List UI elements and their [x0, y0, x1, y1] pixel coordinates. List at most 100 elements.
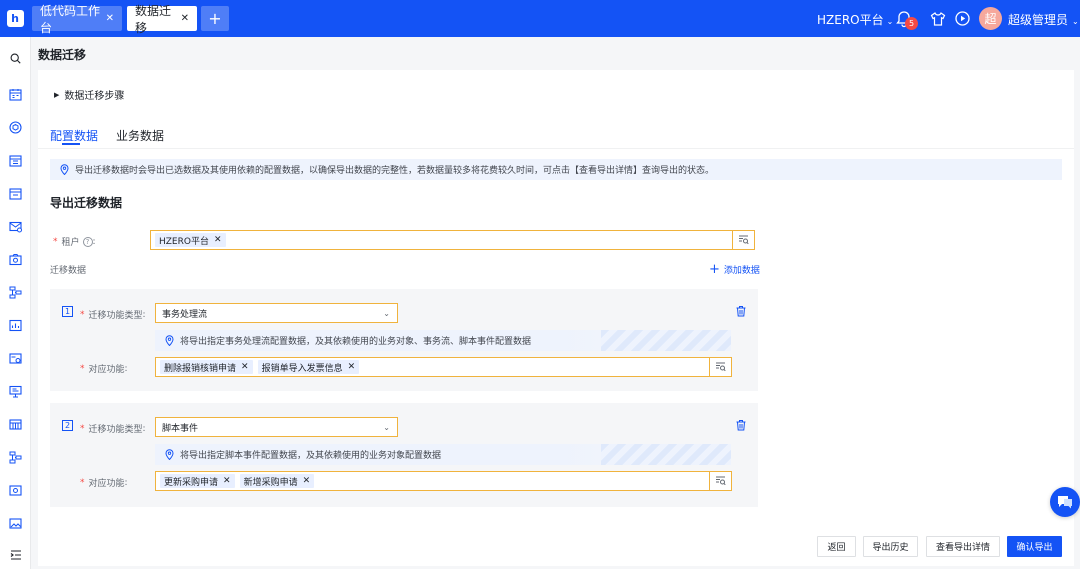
view-export-details-button[interactable]: 查看导出详情 — [926, 536, 1000, 557]
close-icon[interactable]: ✕ — [214, 235, 222, 245]
close-icon[interactable]: ✕ — [181, 13, 189, 24]
function-label-text: 对应功能 — [88, 365, 125, 375]
active-tab-indicator — [62, 143, 80, 145]
caret-right-icon: ▶ — [54, 90, 60, 99]
calendar-icon[interactable] — [8, 87, 23, 102]
select-value: 脚本事件 — [162, 423, 199, 434]
tenant-label: * 租户?: — [53, 235, 96, 248]
tab-label: 数据迁移 — [135, 3, 172, 35]
collapse-menu-icon[interactable] — [8, 547, 23, 562]
info-alert: 导出迁移数据时会导出已选数据及其使用依赖的配置数据，以确保导出数据的完整性，若数… — [50, 159, 1062, 180]
type-hint: 将导出指定事务处理流配置数据，及其依赖使用的业务对象、事务流、脚本事件配置数据 — [155, 330, 731, 351]
lov-search-icon[interactable] — [709, 472, 731, 490]
platform-switcher[interactable]: HZERO平台 ⌄ — [817, 11, 893, 28]
item-index: 2 — [62, 420, 73, 431]
close-icon[interactable]: ✕ — [348, 362, 356, 372]
eye-icon[interactable] — [8, 483, 23, 498]
tenant-tag: HZERO平台 ✕ — [155, 233, 226, 247]
avatar[interactable]: 超 — [979, 7, 1002, 30]
delete-icon[interactable] — [735, 419, 747, 431]
section-title: 导出迁移数据 — [50, 196, 123, 210]
close-icon[interactable]: ✕ — [303, 476, 311, 486]
user-menu[interactable]: 超级管理员 ⌄ — [1008, 11, 1079, 28]
platform-label: HZERO平台 — [817, 13, 884, 27]
item-index: 1 — [62, 306, 73, 317]
function-label: * 对应功能: — [80, 363, 128, 376]
migration-data-label: 迁移数据 — [50, 266, 87, 276]
delete-icon[interactable] — [735, 305, 747, 317]
add-data-button[interactable]: + 添加数据 — [709, 263, 760, 276]
type-label-text: 迁移功能类型 — [88, 425, 143, 435]
chevron-down-icon: ⌄ — [1072, 17, 1079, 26]
tab-lowcode-workbench[interactable]: 低代码工作台 ✕ — [32, 4, 122, 35]
flow-icon[interactable] — [8, 285, 23, 300]
tenant-label-text: 租户 — [61, 238, 80, 248]
tag-label: HZERO平台 — [159, 236, 209, 247]
logo-icon: h — [6, 10, 24, 27]
required-mark: * — [53, 236, 58, 247]
help-icon[interactable]: ? — [82, 236, 93, 247]
plus-icon: + — [709, 262, 720, 277]
tab-config-data[interactable]: 配置数据 — [50, 127, 98, 144]
function-lov-input[interactable]: 更新采购申请 ✕ 新增采购申请 ✕ — [155, 471, 732, 491]
steps-label: 数据迁移步骤 — [64, 91, 125, 102]
add-data-label: 添加数据 — [723, 266, 760, 276]
location-pin-icon — [60, 164, 69, 175]
camera-icon[interactable] — [8, 252, 23, 267]
tab-data-migration[interactable]: 数据迁移 ✕ — [127, 4, 197, 35]
required-mark: * — [80, 477, 85, 488]
type-label: * 迁移功能类型: — [80, 423, 146, 436]
close-icon[interactable]: ✕ — [241, 362, 249, 372]
confirm-export-button[interactable]: 确认导出 — [1007, 536, 1062, 557]
play-circle-icon[interactable] — [955, 11, 970, 26]
close-icon[interactable]: ✕ — [223, 476, 231, 486]
alert-text: 导出迁移数据时会导出已选数据及其使用依赖的配置数据，以确保导出数据的完整性，若数… — [75, 166, 715, 176]
chevron-down-icon: ⌄ — [383, 309, 390, 318]
location-pin-icon — [165, 449, 174, 460]
cube-icon[interactable] — [8, 120, 23, 135]
function-tag: 删除报销核销申请 ✕ — [160, 360, 253, 374]
function-lov-input[interactable]: 删除报销核销申请 ✕ 报销单导入发票信息 ✕ — [155, 357, 732, 377]
chevron-down-icon: ⌄ — [383, 423, 390, 432]
username-label: 超级管理员 — [1008, 13, 1069, 27]
app-logo[interactable]: h — [0, 0, 30, 37]
report-icon[interactable] — [8, 318, 23, 333]
tag-label: 更新采购申请 — [164, 477, 219, 488]
workflow-icon[interactable] — [8, 450, 23, 465]
tab-business-data[interactable]: 业务数据 — [116, 127, 164, 144]
tab-label: 低代码工作台 — [40, 3, 101, 35]
steps-toggle[interactable]: ▶ 数据迁移步骤 — [54, 87, 125, 103]
picture-icon[interactable] — [8, 516, 23, 531]
type-hint: 将导出指定脚本事件配置数据，及其依赖使用的业务对象配置数据 — [155, 444, 731, 465]
chevron-down-icon: ⌄ — [886, 17, 894, 26]
search-icon[interactable] — [8, 51, 23, 66]
type-select[interactable]: 事务处理流 ⌄ — [155, 303, 398, 323]
hint-pattern — [601, 330, 731, 351]
migration-item: 1 * 迁移功能类型: 事务处理流 ⌄ 将导出指定事务处理流配置数据，及其依赖使用的… — [50, 289, 758, 391]
tag-label: 删除报销核销申请 — [164, 363, 237, 374]
page-title: 数据迁移 — [38, 48, 87, 62]
mail-check-icon[interactable] — [8, 219, 23, 234]
tenant-lov-input[interactable]: HZERO平台 ✕ — [150, 230, 755, 250]
theme-icon[interactable] — [930, 11, 946, 27]
function-label-text: 对应功能 — [88, 479, 125, 489]
lov-search-icon[interactable] — [709, 358, 731, 376]
tag-label: 新增采购申请 — [243, 477, 298, 488]
hint-pattern — [601, 444, 731, 465]
export-history-button[interactable]: 导出历史 — [863, 536, 918, 557]
lov-search-icon[interactable] — [732, 231, 754, 249]
calendar-grid-icon[interactable] — [8, 153, 23, 168]
close-icon[interactable]: ✕ — [106, 13, 114, 24]
back-button[interactable]: 返回 — [817, 536, 856, 557]
table-icon[interactable] — [8, 417, 23, 432]
function-tag: 更新采购申请 ✕ — [160, 474, 235, 488]
presentation-icon[interactable] — [8, 384, 23, 399]
image-settings-icon[interactable] — [8, 351, 23, 366]
add-tab-button[interactable]: + — [201, 6, 229, 31]
sidebar — [0, 37, 31, 569]
schedule-icon[interactable] — [8, 186, 23, 201]
hint-text: 将导出指定脚本事件配置数据，及其依赖使用的业务对象配置数据 — [180, 451, 442, 461]
type-select[interactable]: 脚本事件 ⌄ — [155, 417, 398, 437]
tag-label: 报销单导入发票信息 — [261, 363, 343, 374]
assistant-float-button[interactable] — [1050, 487, 1080, 517]
